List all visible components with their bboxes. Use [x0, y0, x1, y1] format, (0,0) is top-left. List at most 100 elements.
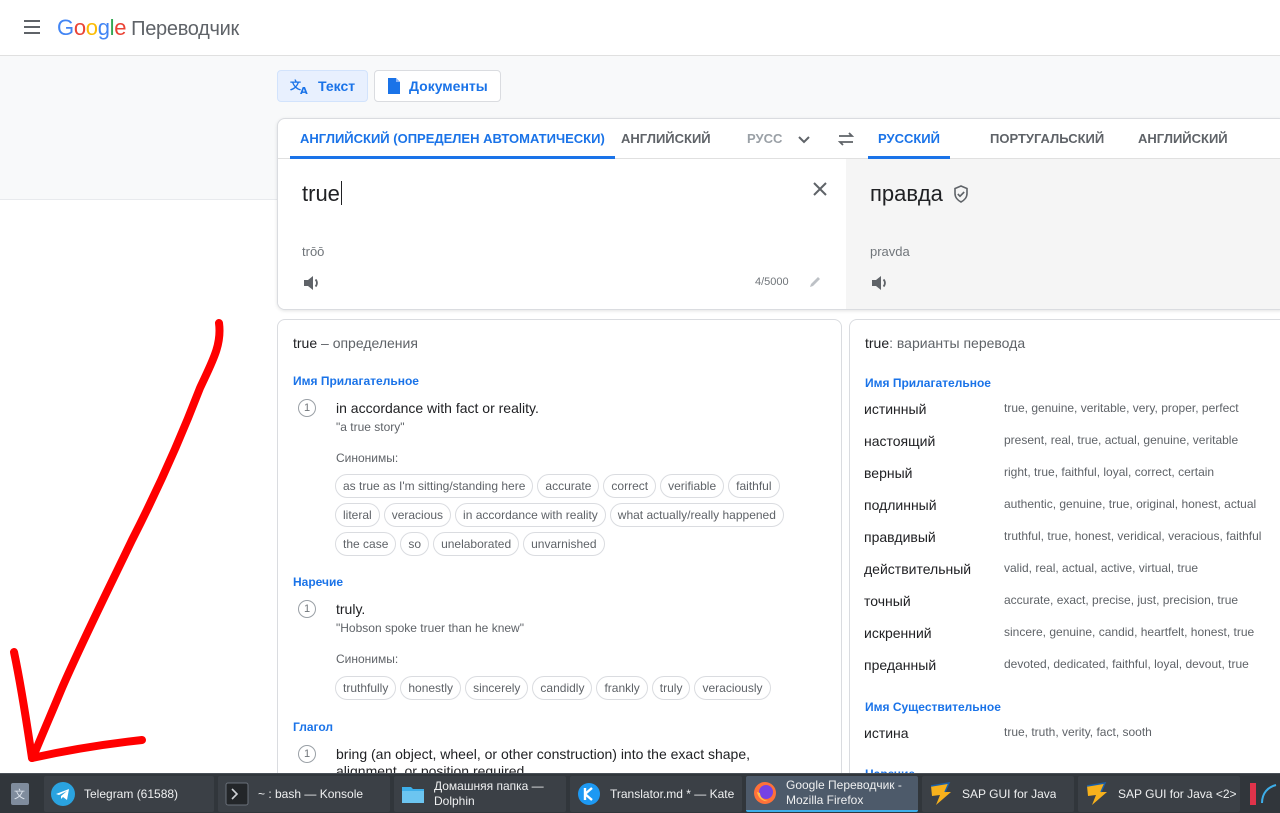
- variant-word[interactable]: подлинный: [864, 497, 937, 513]
- text-caret: [340, 181, 342, 205]
- kate-icon: [578, 783, 600, 805]
- synonym-chip[interactable]: so: [400, 532, 430, 556]
- clear-text-close-icon[interactable]: [812, 181, 828, 197]
- task-dolphin[interactable]: Домашняя папка — Dolphin: [394, 776, 566, 812]
- task-firefox[interactable]: Google Переводчик - Mozilla Firefox: [746, 776, 918, 812]
- source-text: true: [302, 181, 340, 206]
- translator-app-launcher-icon[interactable]: 文: [6, 779, 36, 809]
- definition-gloss: bring (an object, wheel, or other constr…: [336, 746, 751, 762]
- source-lang-english-tab[interactable]: АНГЛИЙСКИЙ: [611, 119, 721, 159]
- definition-example: "Hobson spoke truer than he knew": [336, 621, 524, 635]
- sap-icon: [1086, 782, 1107, 805]
- target-speaker-icon[interactable]: [870, 274, 890, 292]
- synonym-chip[interactable]: the case: [335, 532, 397, 556]
- svg-text:文: 文: [14, 787, 25, 801]
- synonym-chip[interactable]: verifiable: [660, 474, 725, 498]
- synonym-chip[interactable]: what actually/really happened: [609, 503, 784, 527]
- task-konsole[interactable]: ~ : bash — Konsole: [218, 776, 390, 812]
- app-name: Переводчик: [131, 18, 239, 40]
- firefox-icon: [754, 782, 776, 804]
- variant-word[interactable]: искренний: [864, 625, 932, 641]
- variant-word[interactable]: правдивый: [864, 529, 936, 545]
- synonym-chip[interactable]: frankly: [596, 676, 648, 700]
- variant-back-translations: true, genuine, veritable, very, proper, …: [1004, 401, 1239, 415]
- documents-mode-button[interactable]: Документы: [374, 70, 501, 102]
- task-sap-gui[interactable]: SAP GUI for Java: [922, 776, 1074, 812]
- task-label-line2: Dolphin: [434, 794, 475, 808]
- source-transliteration: trōō: [302, 244, 325, 259]
- synonym-chip[interactable]: sincerely: [465, 676, 529, 700]
- task-label: SAP GUI for Java: [962, 786, 1057, 801]
- synonym-chip[interactable]: truthfully: [335, 676, 397, 700]
- pos-adjective: Имя Прилагательное: [293, 374, 419, 388]
- task-label: SAP GUI for Java <2>: [1118, 786, 1237, 801]
- source-speaker-icon[interactable]: [302, 274, 322, 292]
- variants-pos-noun: Имя Существительное: [865, 700, 1001, 714]
- task-kate[interactable]: Translator.md * — Kate: [570, 776, 742, 812]
- definition-gloss: truly.: [336, 601, 366, 617]
- task-label: Google Переводчик - Mozilla Firefox: [786, 778, 902, 808]
- variant-back-translations: truthful, true, honest, veridical, verac…: [1004, 529, 1262, 543]
- translation-text: правда: [870, 181, 943, 206]
- variant-word[interactable]: преданный: [864, 657, 936, 673]
- partial-app-icon[interactable]: [1248, 779, 1278, 809]
- task-sap-gui-2[interactable]: SAP GUI for Java <2>: [1078, 776, 1240, 812]
- target-transliteration: pravda: [870, 244, 910, 259]
- documents-mode-label: Документы: [409, 78, 488, 94]
- synonym-chip[interactable]: as true as I'm sitting/standing here: [335, 474, 534, 498]
- definition-number: 1: [298, 745, 316, 763]
- task-telegram[interactable]: Telegram (61588): [44, 776, 214, 812]
- task-label-line2: Mozilla Firefox: [786, 793, 864, 807]
- source-input[interactable]: true: [302, 181, 342, 207]
- target-lang-russian-tab[interactable]: РУССКИЙ: [868, 119, 950, 159]
- synonym-chip[interactable]: correct: [603, 474, 657, 498]
- synonym-chip[interactable]: veraciously: [694, 676, 771, 700]
- target-lang-portuguese-tab[interactable]: ПОРТУГАЛЬСКИЙ: [980, 119, 1114, 159]
- app-logo[interactable]: Google Переводчик: [57, 15, 239, 41]
- task-label-line1: Google Переводчик -: [786, 778, 902, 792]
- variant-back-translations: sincere, genuine, candid, heartfelt, hon…: [1004, 625, 1255, 639]
- target-lang-english-tab[interactable]: АНГЛИЙСКИЙ: [1128, 119, 1238, 159]
- variant-back-translations: true, truth, verity, fact, sooth: [1004, 725, 1152, 739]
- app-header: Google Переводчик: [0, 0, 1280, 56]
- translator-card: АНГЛИЙСКИЙ (ОПРЕДЕЛЕН АВТОМАТИЧЕСКИ) АНГ…: [277, 118, 1280, 310]
- synonym-chip[interactable]: accurate: [537, 474, 600, 498]
- variant-word[interactable]: истинный: [864, 401, 926, 417]
- pos-adverb: Наречие: [293, 575, 344, 589]
- terminal-icon: [225, 782, 249, 806]
- variant-word[interactable]: истина: [864, 725, 909, 741]
- task-label: Translator.md * — Kate: [610, 786, 735, 801]
- variant-word[interactable]: настоящий: [864, 433, 935, 449]
- target-pane: правда pravda: [846, 159, 1280, 309]
- variant-back-translations: accurate, exact, precise, just, precisio…: [1004, 593, 1239, 607]
- synonym-chip[interactable]: truly: [651, 676, 691, 700]
- edit-pencil-icon[interactable]: [808, 275, 822, 289]
- svg-text:A: A: [300, 86, 308, 95]
- source-lang-chevron-down-icon[interactable]: [794, 129, 814, 149]
- definitions-title-suffix: – определения: [317, 335, 418, 351]
- variant-word[interactable]: верный: [864, 465, 912, 481]
- synonym-chip[interactable]: unelaborated: [433, 532, 520, 556]
- synonym-chip[interactable]: literal: [335, 503, 380, 527]
- synonym-chip[interactable]: in accordance with reality: [455, 503, 606, 527]
- synonym-chip[interactable]: faithful: [728, 474, 780, 498]
- source-lang-russian-tab[interactable]: РУСС: [737, 119, 782, 159]
- definitions-title: true – определения: [293, 335, 418, 351]
- text-mode-button[interactable]: 文 A Текст: [277, 70, 369, 102]
- synonym-chip[interactable]: candidly: [532, 676, 593, 700]
- pos-verb: Глагол: [293, 720, 333, 734]
- synonym-chip[interactable]: unvarnished: [523, 532, 605, 556]
- system-taskbar: 文 Telegram (61588) ~ : bash — Konsole До…: [0, 773, 1280, 813]
- definition-number: 1: [298, 399, 316, 417]
- source-lang-detected-tab[interactable]: АНГЛИЙСКИЙ (ОПРЕДЕЛЕН АВТОМАТИЧЕСКИ): [290, 119, 615, 159]
- synonym-chip[interactable]: honestly: [400, 676, 462, 700]
- variants-title-suffix: : варианты перевода: [889, 335, 1026, 351]
- variant-word[interactable]: действительный: [864, 561, 971, 577]
- synonym-chip[interactable]: veracious: [383, 503, 452, 527]
- hamburger-menu-icon[interactable]: [22, 19, 42, 35]
- verified-shield-icon[interactable]: [952, 184, 970, 204]
- variant-word[interactable]: точный: [864, 593, 911, 609]
- folder-icon: [402, 787, 424, 803]
- task-label: Telegram (61588): [84, 786, 179, 801]
- swap-languages-icon[interactable]: [836, 130, 856, 148]
